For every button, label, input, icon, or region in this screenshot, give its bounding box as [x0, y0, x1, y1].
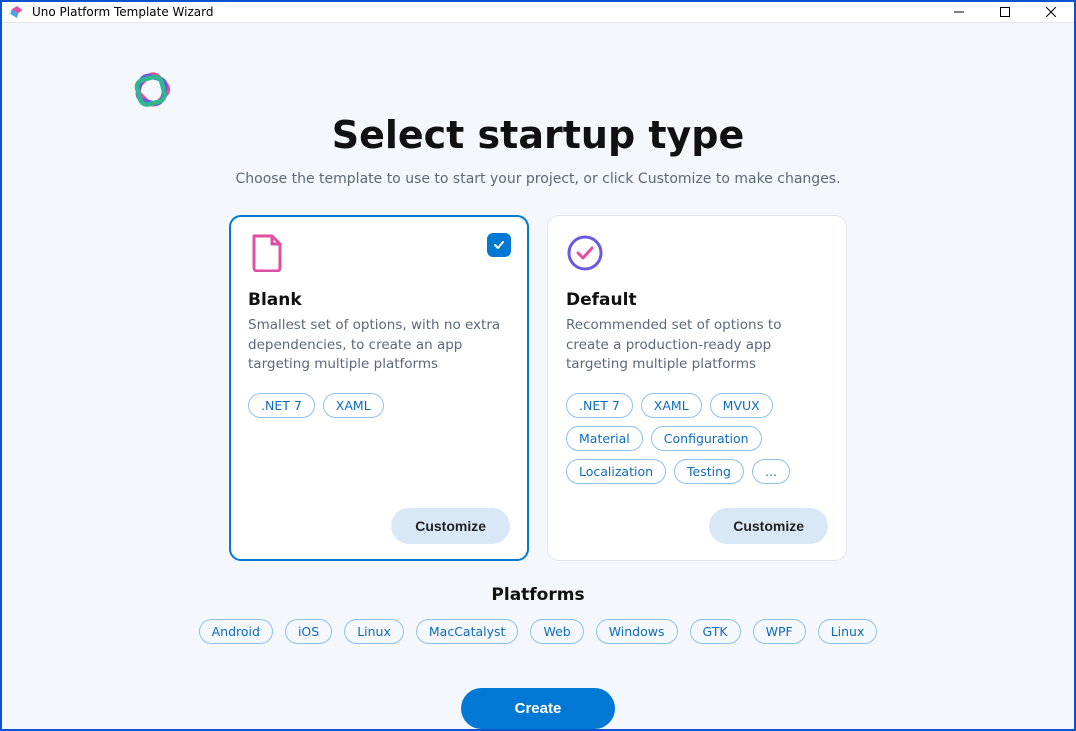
uno-logo-icon: [126, 65, 180, 123]
maximize-button[interactable]: [982, 2, 1028, 22]
tag: Configuration: [651, 426, 762, 451]
platform-tag: Linux: [818, 619, 878, 644]
blank-template-icon: [248, 234, 286, 272]
minimize-button[interactable]: [936, 2, 982, 22]
card-tags: .NET 7 XAML MVUX Material Configuration …: [566, 393, 828, 484]
platform-tag: WPF: [753, 619, 806, 644]
tag: .NET 7: [248, 393, 315, 418]
tag: MVUX: [710, 393, 773, 418]
tag: Localization: [566, 459, 666, 484]
page-subtitle: Choose the template to use to start your…: [235, 171, 840, 187]
tag: .NET 7: [566, 393, 633, 418]
window-controls: [936, 2, 1074, 22]
card-description: Recommended set of options to create a p…: [566, 316, 828, 375]
customize-button[interactable]: Customize: [709, 508, 828, 544]
app-icon: [8, 3, 26, 21]
platform-tag: MacCatalyst: [416, 619, 519, 644]
tag: ...: [752, 459, 790, 484]
platform-tag: Android: [199, 619, 273, 644]
close-button[interactable]: [1028, 2, 1074, 22]
customize-button[interactable]: Customize: [391, 508, 510, 544]
platform-tag: GTK: [690, 619, 741, 644]
content-area: Select startup type Choose the template …: [2, 23, 1074, 729]
tag: Testing: [674, 459, 744, 484]
tag: XAML: [641, 393, 702, 418]
platform-tag: Windows: [596, 619, 678, 644]
tag: XAML: [323, 393, 384, 418]
platform-tag: Web: [530, 619, 583, 644]
window-title: Uno Platform Template Wizard: [32, 5, 936, 19]
template-card-blank[interactable]: Blank Smallest set of options, with no e…: [229, 215, 529, 561]
card-description: Smallest set of options, with no extra d…: [248, 316, 510, 375]
selected-check-icon: [487, 233, 511, 257]
titlebar: Uno Platform Template Wizard: [2, 2, 1074, 23]
platforms-heading: Platforms: [491, 585, 584, 605]
platform-tag: iOS: [285, 619, 332, 644]
card-tags: .NET 7 XAML: [248, 393, 510, 418]
template-card-default[interactable]: Default Recommended set of options to cr…: [547, 215, 847, 561]
platforms-list: Android iOS Linux MacCatalyst Web Window…: [199, 619, 878, 644]
create-button[interactable]: Create: [461, 688, 616, 729]
card-title: Default: [566, 290, 828, 310]
tag: Material: [566, 426, 643, 451]
default-template-icon: [566, 234, 604, 272]
page-title: Select startup type: [332, 113, 745, 157]
platform-tag: Linux: [344, 619, 404, 644]
card-title: Blank: [248, 290, 510, 310]
wizard-window: Uno Platform Template Wizard Selec: [0, 0, 1076, 731]
template-cards: Blank Smallest set of options, with no e…: [229, 215, 847, 561]
